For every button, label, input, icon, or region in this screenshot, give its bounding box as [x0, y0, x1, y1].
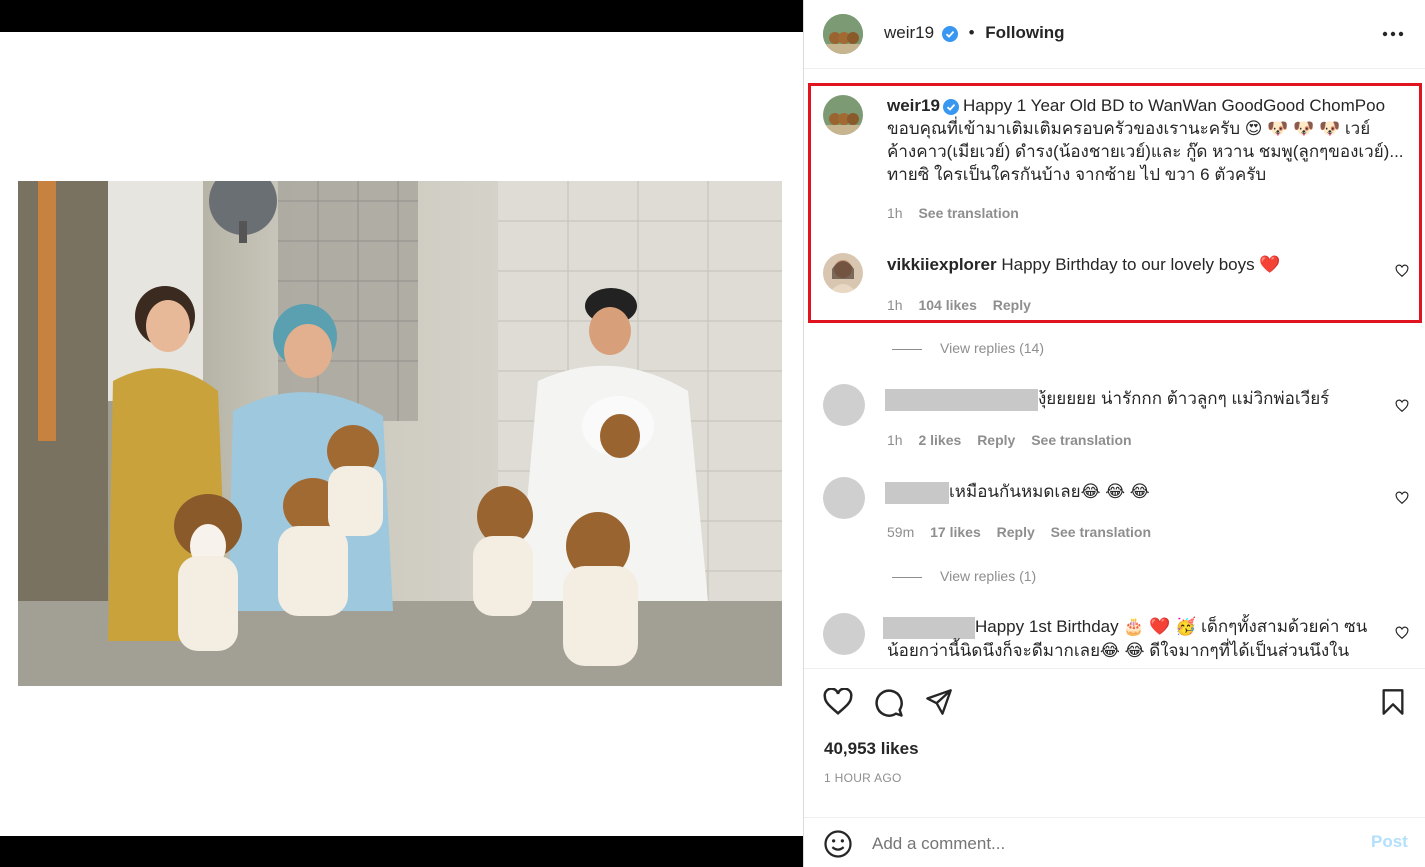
comment-emoji: ❤️ — [1259, 255, 1281, 274]
like-comment-heart-icon[interactable] — [1395, 626, 1409, 640]
comment-body: Happy Birthday to our lovely boys — [1001, 255, 1255, 274]
redacted-username — [885, 481, 949, 504]
comment-text: Happy 1st Birthday 🎂 ❤️ 🥳 เด็กๆทั้งสามด้… — [883, 615, 1367, 662]
author-avatar[interactable] — [823, 14, 863, 54]
post-media-area — [0, 0, 803, 867]
post-comment-button[interactable]: Post — [1371, 832, 1408, 852]
like-comment-heart-icon[interactable] — [1395, 491, 1409, 505]
comment-avatar[interactable] — [823, 253, 863, 293]
post-actions: 40,953 likes 1 HOUR AGO Post — [804, 668, 1425, 867]
likes-count[interactable]: 40,953 likes — [824, 739, 919, 759]
caption-line-4: ทายซิ ใครเป็นใครกันบ้าง จากซ้าย ไป ขวา 6… — [887, 165, 1267, 184]
caption-meta: 1h See translation — [887, 205, 1031, 221]
view-replies-button[interactable]: View replies (14) — [892, 340, 1044, 356]
view-replies-button[interactable]: View replies (1) — [892, 568, 1036, 584]
caption-username[interactable]: weir19 — [887, 96, 940, 115]
comment-time: 59m — [887, 524, 915, 540]
caption-author-avatar[interactable] — [823, 95, 863, 135]
replies-divider-line — [892, 348, 922, 350]
more-horizontal-icon[interactable] — [1382, 31, 1404, 37]
avatar-image — [823, 95, 863, 135]
letterbox-top — [0, 0, 803, 32]
post-photo[interactable] — [18, 181, 782, 686]
reply-button[interactable]: Reply — [997, 524, 1035, 540]
comment-line-1: Happy 1st Birthday 🎂 ❤️ 🥳 เด็กๆทั้งสามด้… — [975, 617, 1368, 636]
caption-line-2: ขอบคุณที่เข้ามาเติมเติมครอบครัวของเรานะค… — [887, 119, 1371, 138]
comment-input[interactable] — [872, 830, 1352, 858]
header-separator: • — [968, 23, 975, 42]
comment-meta: 1h 2 likes Reply See translation — [887, 432, 1144, 448]
comment-avatar[interactable] — [823, 477, 865, 519]
view-replies-label: View replies (14) — [940, 340, 1045, 356]
comments-list[interactable]: weir19 Happy 1 Year Old BD to WanWan Good… — [804, 70, 1425, 667]
following-button[interactable]: Following — [985, 23, 1064, 42]
comment-bubble-icon[interactable] — [874, 688, 904, 718]
redacted-username — [885, 388, 1038, 411]
comment-likes[interactable]: 17 likes — [930, 524, 981, 540]
see-translation-button[interactable]: See translation — [1031, 432, 1131, 448]
comment-avatar[interactable] — [823, 613, 865, 655]
caption-text: weir19 Happy 1 Year Old BD to WanWan Good… — [887, 94, 1407, 186]
replies-divider-line — [892, 576, 922, 578]
like-heart-icon[interactable] — [823, 688, 853, 716]
avatar-image — [823, 253, 863, 293]
reply-button[interactable]: Reply — [993, 297, 1031, 313]
caption-line-3: ค้างคาว(เมียเวย์) ดำรง(น้องชายเวย์)และ ก… — [887, 142, 1404, 161]
like-comment-heart-icon[interactable] — [1395, 399, 1409, 413]
letterbox-bottom — [0, 836, 803, 867]
redacted-username — [883, 616, 975, 639]
view-replies-label: View replies (1) — [940, 568, 1037, 584]
comment-likes[interactable]: 2 likes — [918, 432, 961, 448]
add-comment-bar: Post — [804, 817, 1425, 867]
comment-body: เหมือนกันหมดเลย😂 😂 😂 — [949, 482, 1150, 501]
verified-badge-icon — [942, 98, 959, 115]
like-comment-heart-icon[interactable] — [1395, 264, 1409, 278]
comment-meta: 1h 104 likes Reply — [887, 297, 1043, 313]
post-header: weir19 • Following — [804, 0, 1425, 69]
avatar-image — [823, 14, 863, 54]
comment-line-2: น้อยกว่านี้นิดนึงก็จะดีมากเลย😂 😂 ดีใจมาก… — [887, 640, 1350, 660]
comment-meta: 59m 17 likes Reply See translation — [887, 524, 1163, 540]
reply-button[interactable]: Reply — [977, 432, 1015, 448]
comment-username[interactable]: vikkiiexplorer — [887, 255, 997, 274]
comment-text: งุ้ยยยยย น่ารักกก ต้าวลูกๆ แม่วิกพ่อเวีย… — [885, 387, 1329, 411]
caption-line-1: Happy 1 Year Old BD to WanWan GoodGood C… — [962, 96, 1386, 115]
see-translation-button[interactable]: See translation — [1051, 524, 1151, 540]
comment-body: งุ้ยยยยย น่ารักกก ต้าวลูกๆ แม่วิกพ่อเวีย… — [1038, 389, 1330, 408]
caption-see-translation[interactable]: See translation — [918, 205, 1018, 221]
author-username[interactable]: weir19 — [884, 23, 934, 42]
caption-time: 1h — [887, 205, 903, 221]
post-timestamp: 1 HOUR AGO — [824, 771, 902, 785]
comment-likes[interactable]: 104 likes — [918, 297, 976, 313]
emoji-smiley-icon[interactable] — [823, 829, 853, 859]
post-photo-illustration — [18, 181, 782, 686]
comment-text: vikkiiexplorer Happy Birthday to our lov… — [887, 253, 1281, 276]
comment-time: 1h — [887, 297, 903, 313]
post-sidebar: weir19 • Following weir19 Happy 1 Year O… — [803, 0, 1425, 867]
save-bookmark-icon[interactable] — [1381, 688, 1405, 716]
comment-time: 1h — [887, 432, 903, 448]
comment-text: เหมือนกันหมดเลย😂 😂 😂 — [885, 480, 1150, 504]
verified-badge-icon — [941, 25, 958, 42]
comment-avatar[interactable] — [823, 384, 865, 426]
share-send-icon[interactable] — [924, 688, 954, 716]
